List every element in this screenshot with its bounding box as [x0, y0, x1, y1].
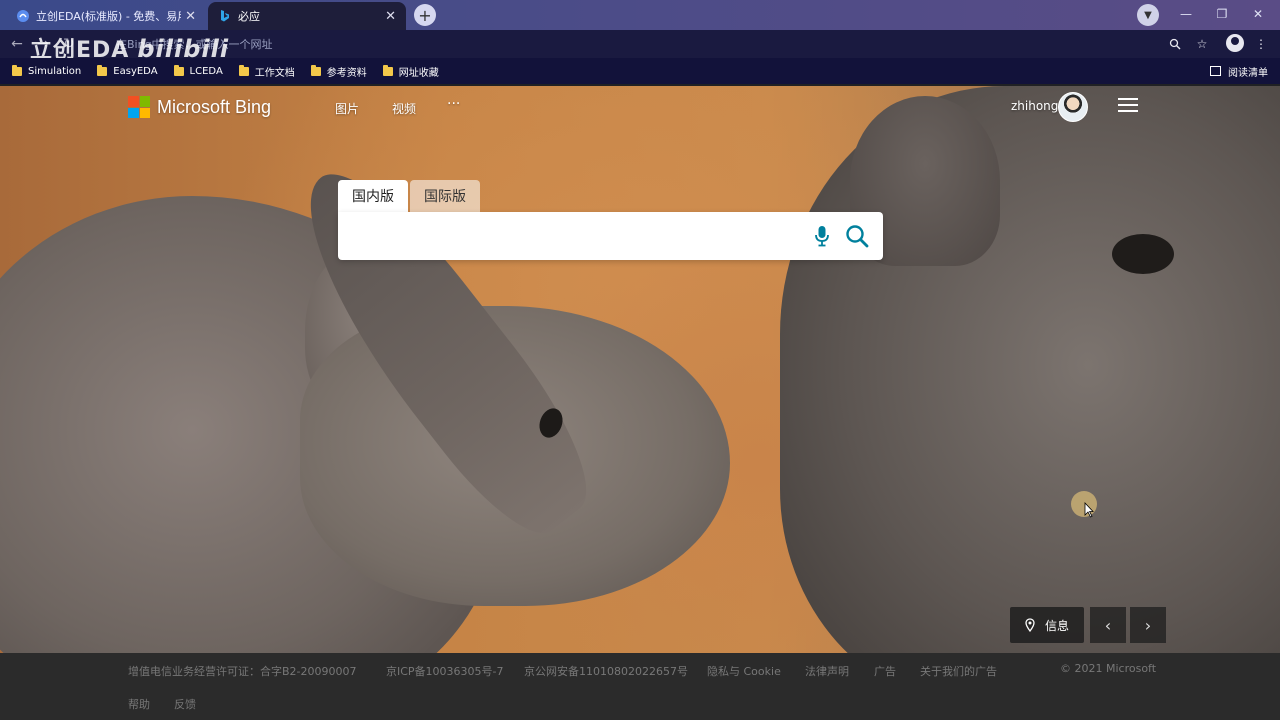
- bookmark-work-docs[interactable]: 工作文档: [238, 64, 295, 79]
- new-tab-button[interactable]: +: [414, 4, 436, 26]
- info-label: 信息: [1044, 618, 1069, 633]
- chevron-right-icon: ›: [1144, 615, 1152, 635]
- folder-icon: [310, 64, 321, 76]
- folder-icon: [382, 64, 393, 76]
- user-name[interactable]: zhihong: [1011, 99, 1058, 113]
- logo-square-yellow: [139, 107, 150, 118]
- bookmark-label: 网址收藏: [398, 67, 439, 79]
- close-icon[interactable]: ✕: [385, 9, 396, 24]
- bookmark-lceda[interactable]: LCEDA: [173, 64, 223, 77]
- image-info-button[interactable]: 信息: [1010, 607, 1084, 643]
- logo-square-red: [128, 96, 139, 107]
- close-window-icon[interactable]: ✕: [1240, 0, 1276, 28]
- microsoft-logo-icon: [128, 96, 150, 118]
- tab-bing[interactable]: 必应 ✕: [208, 2, 406, 30]
- back-icon[interactable]: ←: [6, 34, 28, 54]
- next-image-button[interactable]: ›: [1130, 607, 1166, 643]
- bookmark-easyeda[interactable]: EasyEDA: [97, 64, 158, 77]
- search-scope-tabs: 国内版 国际版: [338, 180, 480, 212]
- footer-public-security[interactable]: 京公网安备11010802022657号: [524, 663, 688, 679]
- chevron-left-icon: ‹: [1104, 615, 1112, 635]
- footer-feedback[interactable]: 反馈: [174, 696, 196, 712]
- tab-title: 立创EDA(标准版) - 免费、易用、: [36, 10, 181, 23]
- minimize-icon[interactable]: —: [1168, 0, 1204, 28]
- tab-search-icon[interactable]: ▼: [1137, 4, 1159, 26]
- bookmark-label: LCEDA: [189, 65, 223, 77]
- address-bar[interactable]: 在Bing中搜索，或输入一个网址: [100, 33, 1220, 55]
- nav-images[interactable]: 图片: [335, 100, 359, 117]
- folder-icon: [238, 64, 249, 76]
- footer-about-ads[interactable]: 关于我们的广告: [920, 663, 997, 679]
- star-icon[interactable]: ☆: [1193, 35, 1211, 53]
- close-icon[interactable]: ✕: [185, 9, 196, 24]
- reading-list-button[interactable]: 阅读清单: [1210, 58, 1268, 84]
- bing-homepage: Microsoft Bing 图片 视频 ··· zhihong 国内版 国际版: [0, 86, 1280, 653]
- search-icon[interactable]: [844, 223, 870, 249]
- tab-easyeda[interactable]: 立创EDA(标准版) - 免费、易用、 ✕: [6, 2, 206, 30]
- footer-legal[interactable]: 法律声明: [805, 663, 849, 679]
- bookmark-label: 工作文档: [254, 67, 295, 79]
- nav-videos[interactable]: 视频: [392, 100, 416, 117]
- bookmark-label: Simulation: [28, 65, 82, 77]
- footer-ads[interactable]: 广告: [874, 663, 896, 679]
- page-footer: 增值电信业务经营许可证：合字B2-20090007 京ICP备10036305号…: [0, 653, 1280, 720]
- nav-more[interactable]: ···: [447, 96, 460, 112]
- easyeda-icon: [16, 9, 30, 23]
- footer-copyright: © 2021 Microsoft: [1060, 662, 1157, 675]
- tab-domestic[interactable]: 国内版: [338, 180, 408, 212]
- bookmark-url-collection[interactable]: 网址收藏: [382, 64, 439, 79]
- hamburger-menu-icon[interactable]: [1118, 98, 1138, 114]
- location-pin-icon: [1025, 618, 1035, 632]
- bookmark-label: 参考资料: [326, 67, 367, 79]
- search-input[interactable]: [350, 212, 790, 260]
- folder-icon: [173, 64, 184, 76]
- bookmarks-bar: Simulation EasyEDA LCEDA 工作文档 参考资料 网址收藏 …: [0, 58, 1280, 84]
- search-box: [338, 212, 883, 260]
- bookmark-simulation[interactable]: Simulation: [12, 64, 82, 77]
- mouse-cursor-icon: [1084, 502, 1094, 518]
- bing-logo-link[interactable]: Microsoft Bing: [128, 96, 271, 118]
- previous-image-button[interactable]: ‹: [1090, 607, 1126, 643]
- folder-icon: [97, 64, 108, 76]
- bookmark-references[interactable]: 参考资料: [310, 64, 367, 79]
- footer-privacy[interactable]: 隐私与 Cookie: [707, 663, 781, 679]
- browser-titlebar: 立创EDA(标准版) - 免费、易用、 ✕ 必应 ✕ + ▼ — ❐ ✕: [0, 0, 1280, 30]
- profile-avatar[interactable]: [1226, 34, 1244, 52]
- tab-title: 必应: [238, 10, 260, 23]
- footer-help[interactable]: 帮助: [128, 696, 150, 712]
- footer-license[interactable]: 增值电信业务经营许可证：合字B2-20090007: [128, 663, 357, 679]
- brand-name: Microsoft Bing: [157, 96, 272, 117]
- logo-square-green: [139, 96, 150, 107]
- menu-dots-icon[interactable]: ⋮: [1252, 35, 1270, 53]
- bookmark-label: EasyEDA: [113, 65, 158, 77]
- logo-square-blue: [128, 107, 139, 118]
- folder-icon: [12, 64, 22, 76]
- restore-icon[interactable]: ❐: [1204, 0, 1240, 28]
- microphone-icon[interactable]: [812, 224, 832, 248]
- footer-icp[interactable]: 京ICP备10036305号-7: [386, 663, 504, 679]
- background-rhino-eye: [1112, 234, 1174, 274]
- user-avatar[interactable]: [1058, 92, 1088, 122]
- reading-list-icon: [1210, 66, 1221, 76]
- bing-b-icon: [218, 9, 232, 23]
- reading-list-label: 阅读清单: [1228, 67, 1268, 79]
- zoom-icon[interactable]: [1166, 35, 1184, 53]
- tab-international[interactable]: 国际版: [410, 180, 480, 212]
